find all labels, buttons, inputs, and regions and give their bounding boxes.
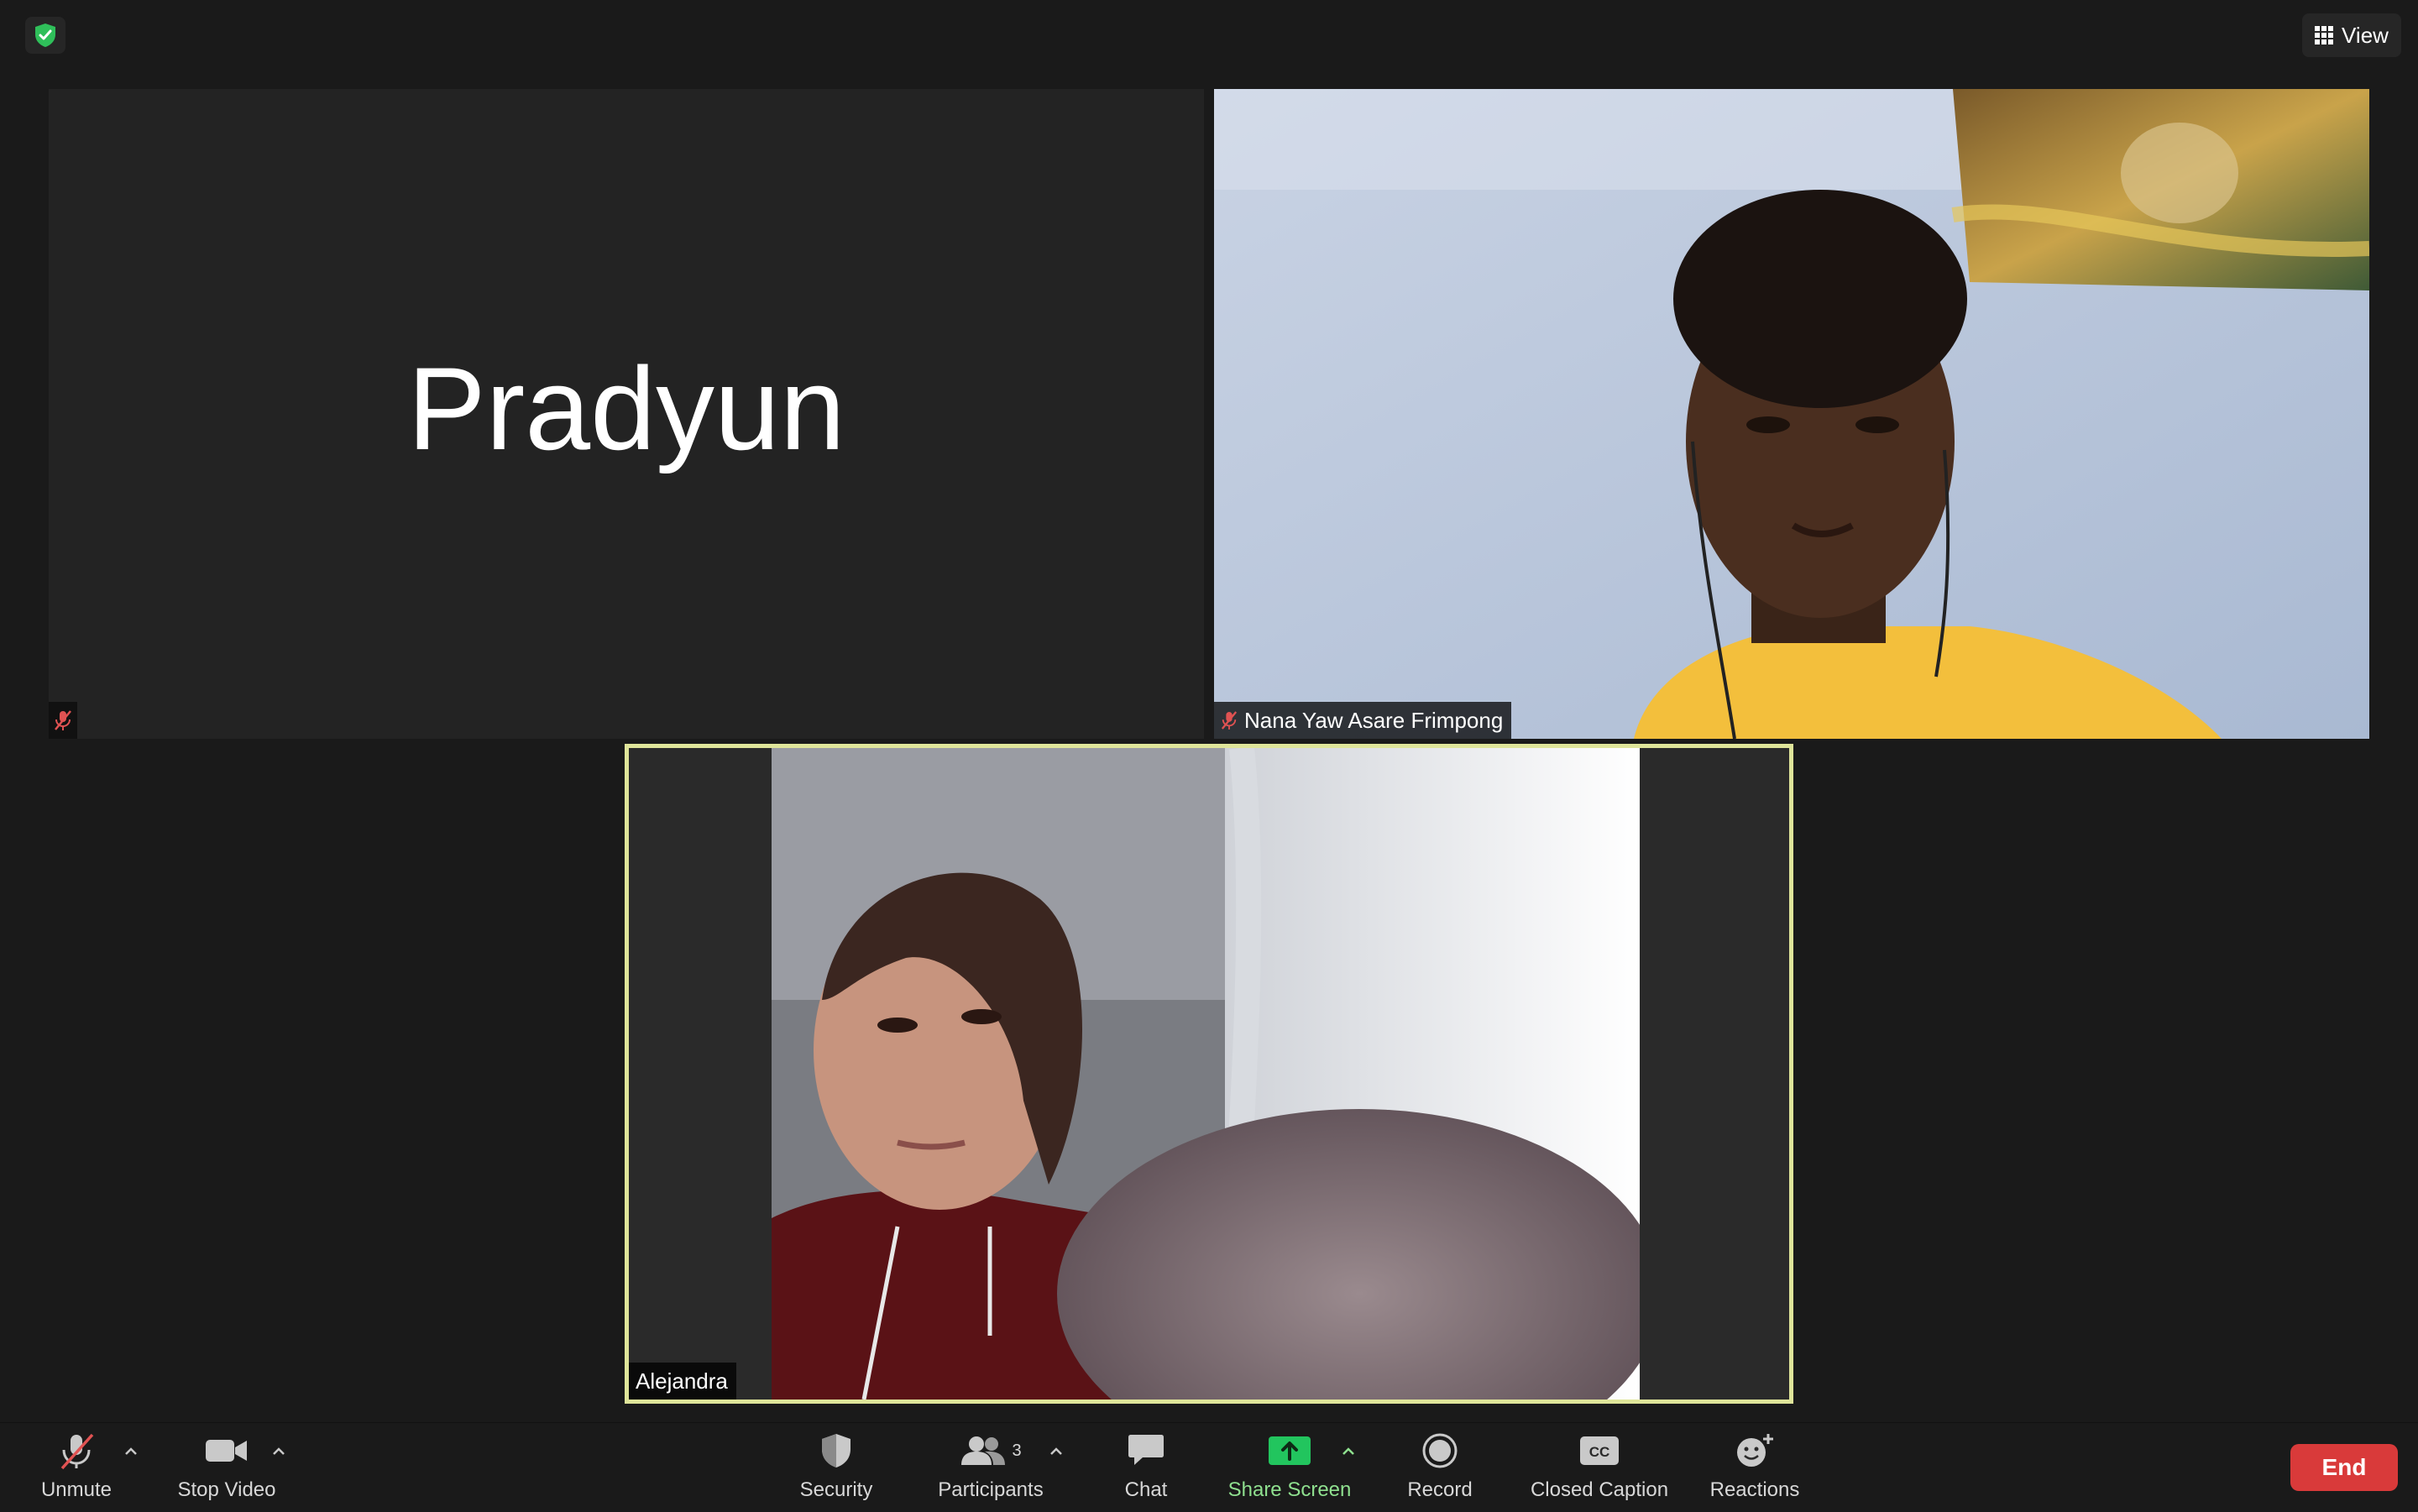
muted-mic-icon bbox=[49, 702, 77, 739]
share-screen-icon bbox=[1269, 1436, 1311, 1465]
top-bar: View bbox=[0, 0, 2418, 67]
participant-name: Nana Yaw Asare Frimpong bbox=[1244, 707, 1504, 733]
security-label: Security bbox=[799, 1478, 873, 1501]
record-button[interactable]: Record bbox=[1394, 1423, 1486, 1512]
stop-video-button[interactable]: Stop Video bbox=[168, 1423, 285, 1512]
unmute-button[interactable]: Unmute bbox=[30, 1423, 123, 1512]
participant-name: Alejandra bbox=[636, 1368, 728, 1394]
participant-video-feed bbox=[772, 748, 1640, 1400]
participants-options-chevron-up-icon[interactable] bbox=[1048, 1443, 1065, 1460]
participants-count: 3 bbox=[1012, 1441, 1022, 1460]
audio-options-chevron-up-icon[interactable] bbox=[123, 1443, 139, 1460]
encryption-shield-icon[interactable] bbox=[25, 17, 65, 54]
video-options-chevron-up-icon[interactable] bbox=[270, 1443, 287, 1460]
video-camera-icon bbox=[206, 1440, 247, 1462]
stop-video-label: Stop Video bbox=[177, 1478, 276, 1501]
participant-tile-alejandra[interactable]: Alejandra bbox=[625, 744, 1793, 1404]
record-label: Record bbox=[1407, 1478, 1473, 1501]
view-label: View bbox=[2342, 22, 2389, 48]
closed-caption-button[interactable]: CC Closed Caption bbox=[1511, 1423, 1688, 1512]
participant-tile-pradyun[interactable]: Pradyun bbox=[49, 89, 1204, 739]
view-button[interactable]: View bbox=[2302, 13, 2401, 57]
end-meeting-button[interactable]: End bbox=[2290, 1444, 2398, 1491]
participants-button[interactable]: 3 Participants bbox=[924, 1423, 1058, 1512]
shield-icon bbox=[822, 1434, 850, 1468]
reactions-button[interactable]: Reactions bbox=[1704, 1423, 1805, 1512]
participant-tile-nana[interactable]: Nana Yaw Asare Frimpong bbox=[1214, 89, 2369, 739]
reactions-label: Reactions bbox=[1709, 1478, 1800, 1501]
svg-text:CC: CC bbox=[1589, 1444, 1610, 1460]
participant-name-tag: Alejandra bbox=[629, 1363, 736, 1400]
record-icon bbox=[1422, 1433, 1458, 1468]
chat-button[interactable]: Chat bbox=[1100, 1423, 1192, 1512]
meeting-toolbar: Unmute Stop Video Security 3 Participant… bbox=[0, 1422, 2418, 1512]
participant-display-name: Pradyun bbox=[407, 343, 845, 474]
grid-icon bbox=[2315, 26, 2334, 44]
share-options-chevron-up-icon[interactable] bbox=[1340, 1443, 1357, 1460]
participants-icon bbox=[961, 1436, 1006, 1465]
share-screen-button[interactable]: Share Screen bbox=[1222, 1423, 1357, 1512]
chat-label: Chat bbox=[1124, 1478, 1168, 1501]
participant-name-tag: Nana Yaw Asare Frimpong bbox=[1214, 702, 1512, 739]
closed-caption-icon: CC bbox=[1580, 1436, 1619, 1465]
unmute-label: Unmute bbox=[40, 1478, 113, 1501]
share-screen-label: Share Screen bbox=[1227, 1478, 1352, 1501]
participant-video-feed bbox=[1214, 89, 2369, 739]
security-button[interactable]: Security bbox=[786, 1423, 887, 1512]
participants-label: Participants bbox=[938, 1478, 1044, 1501]
chat-bubble-icon bbox=[1128, 1435, 1164, 1465]
muted-mic-icon bbox=[60, 1433, 94, 1470]
closed-caption-label: Closed Caption bbox=[1530, 1478, 1669, 1501]
muted-mic-icon bbox=[1221, 711, 1238, 730]
smiley-plus-icon bbox=[1737, 1434, 1773, 1467]
